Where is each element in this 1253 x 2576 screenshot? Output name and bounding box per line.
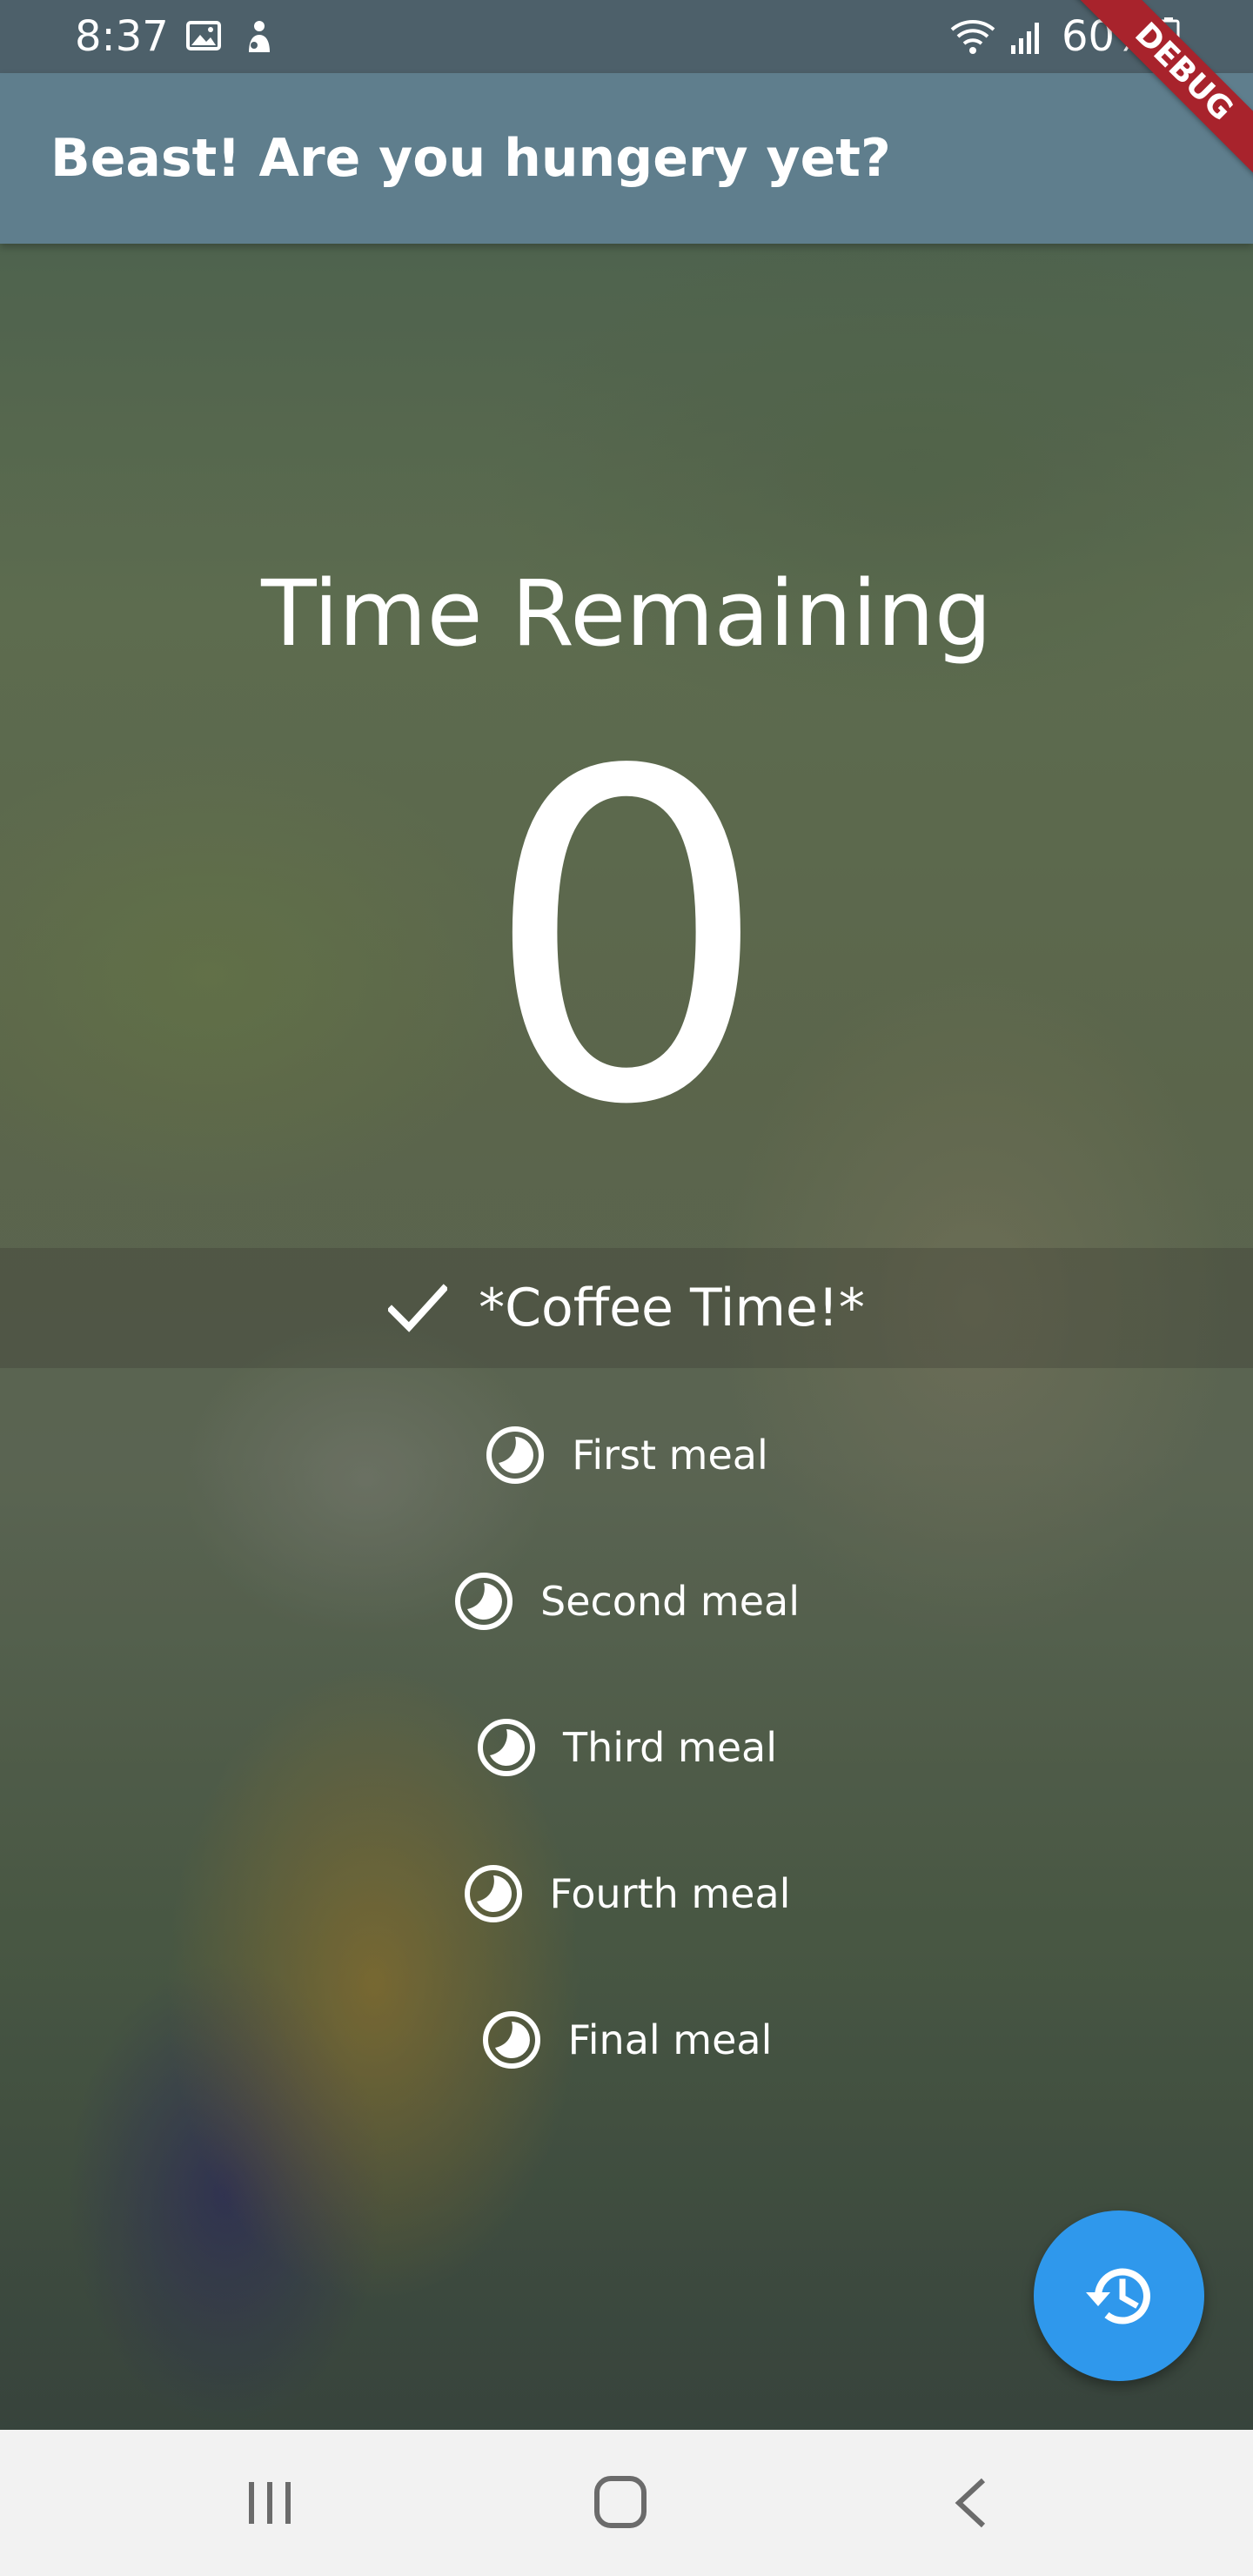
wifi-icon bbox=[950, 20, 995, 54]
clock-icon bbox=[455, 1573, 513, 1630]
debug-ribbon-clip: DEBUG bbox=[1009, 0, 1253, 244]
history-fab-button[interactable] bbox=[1034, 2210, 1204, 2381]
check-icon bbox=[388, 1284, 448, 1332]
meal-item-first[interactable]: First meal bbox=[0, 1382, 1253, 1528]
meal-item-final[interactable]: Final meal bbox=[0, 1967, 1253, 2113]
person-icon bbox=[249, 21, 270, 52]
meal-label: Third meal bbox=[562, 1724, 778, 1771]
home-icon[interactable] bbox=[592, 2473, 649, 2531]
time-remaining-heading: Time Remaining bbox=[261, 560, 992, 667]
current-meal: *Coffee Time!* bbox=[0, 1248, 1253, 1368]
meal-item-second[interactable]: Second meal bbox=[0, 1528, 1253, 1674]
meal-list: First meal Second meal Third meal Fourth… bbox=[0, 1382, 1253, 2113]
meal-label: First meal bbox=[572, 1432, 768, 1479]
clock-icon bbox=[464, 1865, 522, 1922]
back-icon[interactable] bbox=[952, 2477, 990, 2529]
recents-icon[interactable] bbox=[244, 2479, 296, 2527]
clock-icon bbox=[482, 2011, 540, 2069]
meal-label: Fourth meal bbox=[549, 1870, 791, 1917]
clock-icon bbox=[477, 1719, 535, 1776]
history-icon bbox=[1086, 2268, 1150, 2324]
app-title: Beast! Are you hungery yet? bbox=[50, 128, 891, 189]
clock-icon bbox=[486, 1426, 545, 1484]
countdown-value: 0 bbox=[482, 676, 771, 1204]
meal-label: Final meal bbox=[567, 2016, 773, 2063]
current-meal-row[interactable]: *Coffee Time!* bbox=[0, 1248, 1253, 1368]
debug-banner: DEBUG bbox=[1063, 0, 1253, 192]
meal-label: Second meal bbox=[540, 1578, 800, 1625]
system-nav-bar bbox=[0, 2430, 1253, 2576]
photo-icon bbox=[186, 21, 221, 50]
status-time: 8:37 bbox=[75, 12, 169, 61]
meal-item-fourth[interactable]: Fourth meal bbox=[0, 1821, 1253, 1967]
meal-item-third[interactable]: Third meal bbox=[0, 1674, 1253, 1821]
current-meal-label: *Coffee Time!* bbox=[479, 1278, 865, 1338]
